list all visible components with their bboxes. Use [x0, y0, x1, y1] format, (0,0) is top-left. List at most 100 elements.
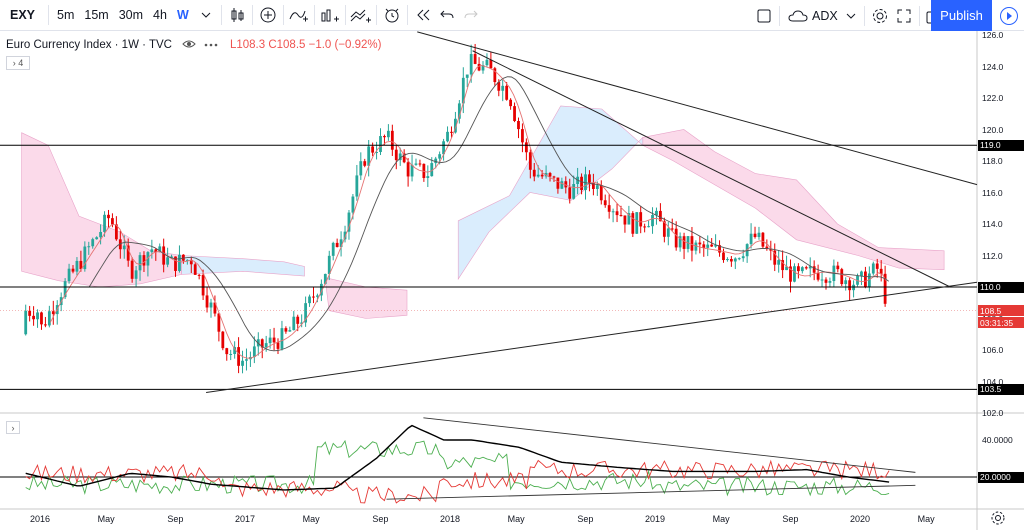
price-tick-label: 118.0 [982, 156, 1003, 166]
di-minus-line [25, 459, 890, 504]
toolbar-divider [220, 5, 222, 25]
candle-body [446, 131, 449, 142]
gear-icon[interactable] [990, 510, 1006, 526]
candle-body [513, 106, 516, 122]
candle-body [280, 328, 284, 349]
candle-body [245, 359, 248, 361]
candle-body [619, 215, 623, 217]
candle-body [406, 162, 410, 177]
candle-body [111, 218, 114, 225]
interval-30m-button[interactable]: 30m [114, 0, 148, 31]
undo-icon[interactable] [435, 0, 459, 31]
candle-body [40, 312, 43, 325]
adx-line [25, 424, 890, 491]
eye-icon[interactable] [182, 39, 196, 52]
interval-w-button[interactable]: W [172, 0, 194, 31]
indicator-count: 4 [18, 58, 24, 68]
candle-body [438, 154, 442, 159]
toolbar-divider [313, 5, 315, 25]
candle-body [363, 161, 367, 166]
chevron-right-icon: › [12, 58, 16, 68]
candle-body [209, 302, 213, 308]
more-options-icon[interactable] [204, 39, 218, 51]
candle-body [595, 185, 599, 189]
candle-body [615, 211, 619, 216]
time-tick-label: May [97, 514, 115, 524]
candle-body [150, 249, 154, 253]
interval-5m-button[interactable]: 5m [52, 0, 79, 31]
interval-dropdown-chevron-icon[interactable] [194, 0, 218, 31]
price-level-tag: 108.5 [978, 305, 1024, 317]
interval-4h-button[interactable]: 4h [148, 0, 172, 31]
layout-square-icon[interactable] [752, 0, 776, 31]
time-tick-label: Sep [372, 514, 389, 524]
candle-body [284, 328, 288, 332]
fullscreen-icon[interactable] [892, 0, 916, 31]
candle-body [820, 279, 824, 281]
candle-body [631, 213, 635, 234]
alert-clock-icon[interactable] [380, 0, 404, 31]
price-tick-label: 124.0 [982, 61, 1004, 72]
time-tick-label: May [917, 514, 935, 524]
candle-body [426, 176, 430, 179]
price-level-tag: 03:31:35 [978, 317, 1024, 329]
candle-body [848, 280, 852, 291]
time-tick-label: 2016 [30, 514, 51, 524]
financials-icon[interactable] [318, 0, 342, 31]
candle-body [91, 239, 95, 247]
chart-canvas[interactable] [0, 31, 1024, 530]
play-icon[interactable] [994, 0, 1024, 31]
redo-icon[interactable] [459, 0, 483, 31]
candle-body [308, 296, 311, 304]
symbol-search-button[interactable]: EXY [0, 0, 45, 31]
candle-body [335, 242, 339, 248]
toolbar-divider [863, 5, 865, 26]
compare-add-icon[interactable] [256, 0, 280, 31]
toolbar-divider [48, 5, 50, 25]
candle-body [572, 184, 576, 199]
candles-icon[interactable] [225, 0, 249, 31]
pane-collapse-button[interactable]: › [6, 421, 20, 434]
time-tick-label: May [712, 514, 730, 524]
candle-body [761, 232, 765, 247]
publish-button[interactable]: Publish [931, 0, 992, 31]
candle-body [777, 260, 781, 265]
price-level-tag: 119.0 [978, 139, 1024, 151]
candle-body [450, 131, 453, 133]
candle-body [296, 316, 300, 324]
candle-body [272, 337, 276, 343]
candle-body [469, 54, 473, 75]
templates-icon[interactable] [349, 0, 373, 31]
interval-15m-button[interactable]: 15m [79, 0, 113, 31]
candle-body [528, 152, 532, 170]
candle-body [844, 280, 848, 285]
toolbar-divider [375, 5, 377, 25]
candle-body [221, 331, 225, 349]
candle-body [702, 244, 706, 248]
candle-body [292, 316, 296, 331]
candle-body [130, 260, 134, 279]
replay-icon[interactable] [411, 0, 435, 31]
time-tick-label: 2020 [850, 514, 871, 524]
price-tick-label: 120.0 [982, 124, 1004, 135]
indicators-icon[interactable] [287, 0, 311, 31]
candle-body [67, 268, 71, 282]
adx-trendline-lower [386, 484, 916, 500]
candle-body [840, 269, 844, 285]
candle-body [465, 74, 469, 78]
price-tick-label: 114.0 [982, 219, 1003, 229]
settings-gear-icon[interactable] [868, 0, 892, 31]
indicator-cloud-dropdown[interactable]: ADX [783, 0, 861, 31]
candle-body [103, 214, 106, 232]
candle-body [800, 267, 804, 272]
candle-body [552, 176, 556, 178]
candle-body [670, 228, 674, 230]
candle-body [28, 310, 32, 316]
candle-body [489, 59, 493, 69]
time-tick-label: Sep [167, 514, 184, 524]
candle-body [796, 266, 800, 272]
indicator-collapse-button[interactable]: › 4 [6, 56, 30, 70]
candle-body [674, 228, 678, 248]
candle-body [485, 59, 489, 66]
candle-body [312, 296, 315, 298]
